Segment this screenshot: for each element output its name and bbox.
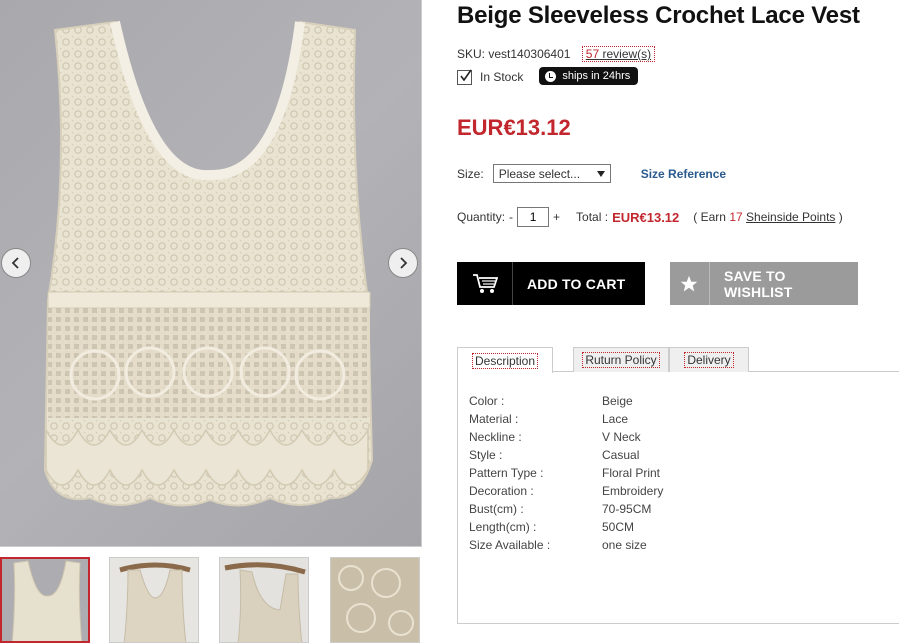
- save-to-wishlist-button[interactable]: SAVE TO WISHLIST: [670, 262, 858, 305]
- thumbnail-strip: [0, 557, 422, 643]
- add-to-cart-label: ADD TO CART: [527, 275, 626, 292]
- thumbnail-4[interactable]: [330, 557, 420, 643]
- stock-checkbox: [457, 69, 472, 85]
- spec-value: Lace: [602, 412, 629, 426]
- spec-label: Style :: [469, 448, 503, 462]
- sku-row: SKU: vest140306401 57 review(s): [457, 46, 656, 62]
- stock-status: In Stock: [480, 70, 524, 84]
- product-price: EUR€13.12: [457, 115, 571, 140]
- spec-label: Length(cm) :: [469, 520, 537, 534]
- spec-label: Size Available :: [469, 538, 551, 552]
- earn-close: ): [838, 210, 843, 224]
- tab-return-policy[interactable]: Ruturn Policy: [573, 347, 669, 372]
- tab-delivery[interactable]: Delivery: [669, 347, 749, 372]
- star-icon: [681, 275, 698, 291]
- review-count: 57: [585, 47, 600, 61]
- sku-value: vest140306401: [488, 47, 571, 61]
- cart-icon-box: [457, 262, 513, 305]
- clock-icon: [545, 70, 557, 82]
- description-panel: Color : Beige Material : Lace Neckline :…: [457, 372, 899, 624]
- spec-label: Pattern Type :: [469, 466, 544, 480]
- size-select-value: Please select...: [498, 166, 581, 181]
- tab-description[interactable]: Description: [457, 347, 553, 373]
- earn-open: ( Earn: [693, 210, 726, 224]
- earn-points: ( Earn 17 Sheinside Points ): [693, 210, 842, 224]
- chevron-left-icon: [11, 257, 19, 269]
- quantity-row: Quantity: - + Total : EUR€13.12 ( Earn 1…: [457, 207, 843, 227]
- size-label: Size:: [457, 166, 484, 181]
- quantity-input[interactable]: [517, 207, 550, 227]
- ships-text: ships in 24hrs: [562, 70, 631, 82]
- spec-label: Material :: [469, 412, 519, 426]
- product-title: Beige Sleeveless Crochet Lace Vest: [457, 2, 860, 29]
- sku-label: SKU:: [457, 47, 486, 61]
- total-value: EUR€13.12: [612, 209, 680, 225]
- info-tabs: Description Ruturn Policy Delivery: [457, 347, 899, 373]
- quantity-decrease-button[interactable]: -: [509, 210, 513, 224]
- tab-description-label: Description: [471, 352, 539, 369]
- thumbnail-lace-detail: [331, 558, 419, 642]
- spec-value: Floral Print: [602, 466, 661, 480]
- thumbnail-3[interactable]: [219, 557, 309, 643]
- thumbnail-vest-side: [220, 558, 308, 642]
- ships-badge: ships in 24hrs: [539, 67, 639, 85]
- size-select[interactable]: Please select...: [492, 164, 611, 183]
- add-to-cart-button[interactable]: ADD TO CART: [457, 262, 645, 305]
- tab-return-policy-label: Ruturn Policy: [582, 352, 660, 368]
- thumbnail-1[interactable]: [0, 557, 90, 643]
- earn-points-value: 17: [729, 210, 743, 224]
- vest-photo: [43, 20, 374, 507]
- quantity-label: Quantity:: [457, 210, 506, 224]
- gallery-prev-button[interactable]: [1, 248, 31, 278]
- save-to-wishlist-label: SAVE TO WISHLIST: [723, 267, 793, 300]
- spec-value: 70-95CM: [602, 502, 652, 516]
- thumbnail-vest-front: [2, 559, 88, 641]
- spec-value: one size: [602, 538, 647, 552]
- spec-label: Decoration :: [469, 484, 534, 498]
- stock-row: In Stock ships in 24hrs: [457, 67, 639, 85]
- gallery-next-button[interactable]: [388, 248, 418, 278]
- reviews-link[interactable]: 57 review(s): [581, 46, 656, 62]
- thumbnail-2[interactable]: [109, 557, 199, 643]
- cart-icon: [472, 273, 498, 293]
- review-label: review(s): [602, 47, 652, 61]
- quantity-increase-button[interactable]: +: [553, 210, 560, 224]
- spec-value: Embroidery: [602, 484, 664, 498]
- spec-value: 50CM: [602, 520, 635, 534]
- product-main-image: [0, 0, 422, 547]
- size-row: Size: Please select... Size Reference: [457, 164, 726, 183]
- thumbnail-vest-hanger: [110, 558, 198, 642]
- sheinside-points-link[interactable]: Sheinside Points: [746, 210, 835, 224]
- caret-down-icon: [596, 170, 605, 177]
- checkmark-icon: [460, 69, 472, 81]
- chevron-right-icon: [400, 257, 408, 269]
- spec-label: Neckline :: [469, 430, 522, 444]
- tab-delivery-label: Delivery: [684, 352, 734, 368]
- star-icon-box: [670, 262, 710, 305]
- spec-value: Casual: [602, 448, 640, 462]
- size-reference-link[interactable]: Size Reference: [641, 167, 726, 181]
- spec-label: Bust(cm) :: [469, 502, 524, 516]
- spec-value: V Neck: [602, 430, 641, 444]
- spec-value: Beige: [602, 394, 633, 408]
- total-label: Total :: [576, 210, 609, 224]
- spec-label: Color :: [469, 394, 505, 408]
